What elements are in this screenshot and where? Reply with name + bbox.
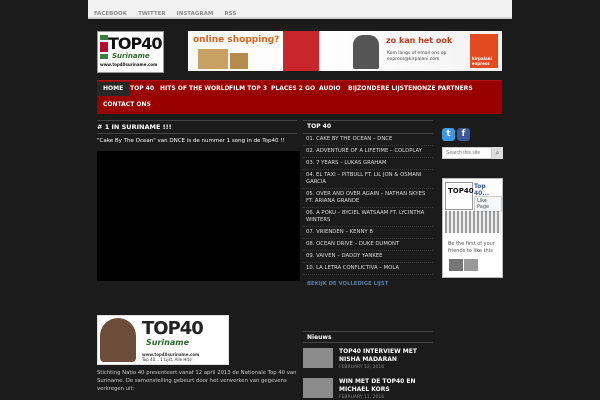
top40-list: 01. CAKE BY THE OCEAN – DNCE 02. ADVENTU… bbox=[303, 134, 433, 275]
friend-avatar bbox=[464, 259, 478, 271]
promo-subtitle: Suriname bbox=[146, 338, 189, 347]
promo-slogan: Top 40... 1 Lijst, Alle Hits! bbox=[142, 357, 193, 362]
view-full-list-link[interactable]: BEKIJK DE VOLLEDIGE LIJST bbox=[307, 281, 433, 287]
main-nav: HOME TOP 40 HITS OF THE WORLD FILM TOP 3… bbox=[97, 80, 502, 114]
social-icons: tf bbox=[442, 121, 472, 141]
intro-text: "Cake By The Ocean" van DNCE is de numme… bbox=[97, 138, 285, 144]
logo-url: www.top40suriname.com bbox=[100, 62, 158, 67]
news-date: FEBRUARY 12, 2016 bbox=[339, 365, 385, 370]
promo-title: TOP40 bbox=[142, 318, 204, 339]
top40-item[interactable]: 01. CAKE BY THE OCEAN – DNCE bbox=[303, 134, 433, 146]
top40-item[interactable]: 04. EL TAXI – PITBULL FT. LIL JON & OSMA… bbox=[303, 170, 433, 189]
top40-item[interactable]: 02. ADVENTURE OF A LIFETIME – COLDPLAY bbox=[303, 146, 433, 158]
banner-tagline: zo kan het ook bbox=[386, 36, 453, 45]
fb-page-name[interactable]: Top 40... bbox=[474, 183, 502, 197]
package-image bbox=[198, 49, 228, 69]
nav-onze-partners[interactable]: ONZE PARTNERS bbox=[411, 82, 479, 96]
curtain-image bbox=[283, 31, 319, 71]
topbar-twitter-link[interactable]: TWITTER bbox=[138, 6, 166, 23]
person-image bbox=[353, 35, 379, 69]
friend-avatar bbox=[449, 259, 463, 271]
top40-item[interactable]: 06. A POKU – BYCIEL WATSAAM FT. LYCINTHA… bbox=[303, 208, 433, 227]
search-input[interactable] bbox=[442, 147, 492, 159]
suriname-flag-icon bbox=[100, 35, 108, 59]
news-title[interactable]: TOP40 INTERVIEW MET NISHA MADARAN bbox=[339, 348, 439, 364]
top40-item[interactable]: 07. VRIENDEN – KENNY B bbox=[303, 227, 433, 239]
kirpalani-logo-icon: kirpalani express bbox=[470, 34, 498, 68]
topbar-facebook-link[interactable]: FACEBOOK bbox=[94, 6, 127, 23]
presenter-photo bbox=[100, 318, 136, 362]
fb-like-button[interactable]: Like Page bbox=[474, 196, 502, 212]
page-title: # 1 IN SURINAME !!! bbox=[97, 120, 297, 134]
top40-widget: TOP 40 01. CAKE BY THE OCEAN – DNCE 02. … bbox=[303, 120, 433, 287]
video-player[interactable] bbox=[97, 151, 300, 281]
topbar-instagram-link[interactable]: INSTAGRAM bbox=[177, 6, 214, 23]
package-image bbox=[230, 53, 248, 69]
twitter-icon[interactable]: t bbox=[442, 128, 455, 141]
search-icon[interactable]: ⌕ bbox=[492, 147, 503, 159]
news-thumbnail[interactable] bbox=[303, 378, 333, 398]
fb-friends-text: Be the first of your friends to like thi… bbox=[448, 241, 495, 254]
top-bar: FACEBOOK TWITTER INSTAGRAM RSS bbox=[88, 0, 512, 19]
topbar-rss-link[interactable]: RSS bbox=[224, 6, 236, 23]
banner-headline: online shopping? bbox=[193, 35, 280, 45]
top40-item[interactable]: 03. 7 YEARS – LUKAS GRAHAM bbox=[303, 158, 433, 170]
ad-banner[interactable]: online shopping? zo kan het ook Kom lang… bbox=[188, 31, 502, 71]
news-thumbnail[interactable] bbox=[303, 348, 333, 368]
news-title[interactable]: WIN MET DE TOP40 EN MICHAEL KORS bbox=[339, 378, 439, 394]
site-logo[interactable]: TOP40 Suriname www.top40suriname.com bbox=[97, 31, 164, 73]
nav-contact-ons[interactable]: CONTACT ONS bbox=[97, 98, 157, 112]
facebook-icon[interactable]: f bbox=[457, 128, 470, 141]
facebook-page-widget: TOP40 Top 40... Like Page Be the first o… bbox=[442, 178, 503, 278]
logo-subtitle: Suriname bbox=[112, 52, 150, 60]
top40-item[interactable]: 09. VAIVEN – DADDY YANKEE bbox=[303, 251, 433, 263]
top40-item[interactable]: 05. OVER AND OVER AGAIN – NATHAN SKYES F… bbox=[303, 189, 433, 208]
news-heading: Nieuws bbox=[303, 331, 433, 343]
banner-brand: kirpalani express bbox=[472, 56, 492, 66]
top40-heading: TOP 40 bbox=[303, 120, 433, 134]
promo-image: TOP40 Suriname www.top40suriname.com Top… bbox=[97, 315, 229, 365]
top40-item[interactable]: 10. LA LETRA CONFLICTIVA – MOLA bbox=[303, 263, 433, 275]
equalizer-image bbox=[445, 211, 501, 233]
fb-page-avatar[interactable]: TOP40 bbox=[445, 182, 474, 210]
banner-contact: Kom langs of email ons op express@kirpal… bbox=[387, 51, 447, 62]
news-date: FEBRUARY 11, 2016 bbox=[339, 395, 385, 400]
logo-title: TOP40 bbox=[108, 34, 163, 53]
body-text: Stichting Natio 40 presenteert vanaf 12 … bbox=[97, 370, 297, 392]
top40-item[interactable]: 08. OCEAN DRIVE – DUKE DUMONT bbox=[303, 239, 433, 251]
